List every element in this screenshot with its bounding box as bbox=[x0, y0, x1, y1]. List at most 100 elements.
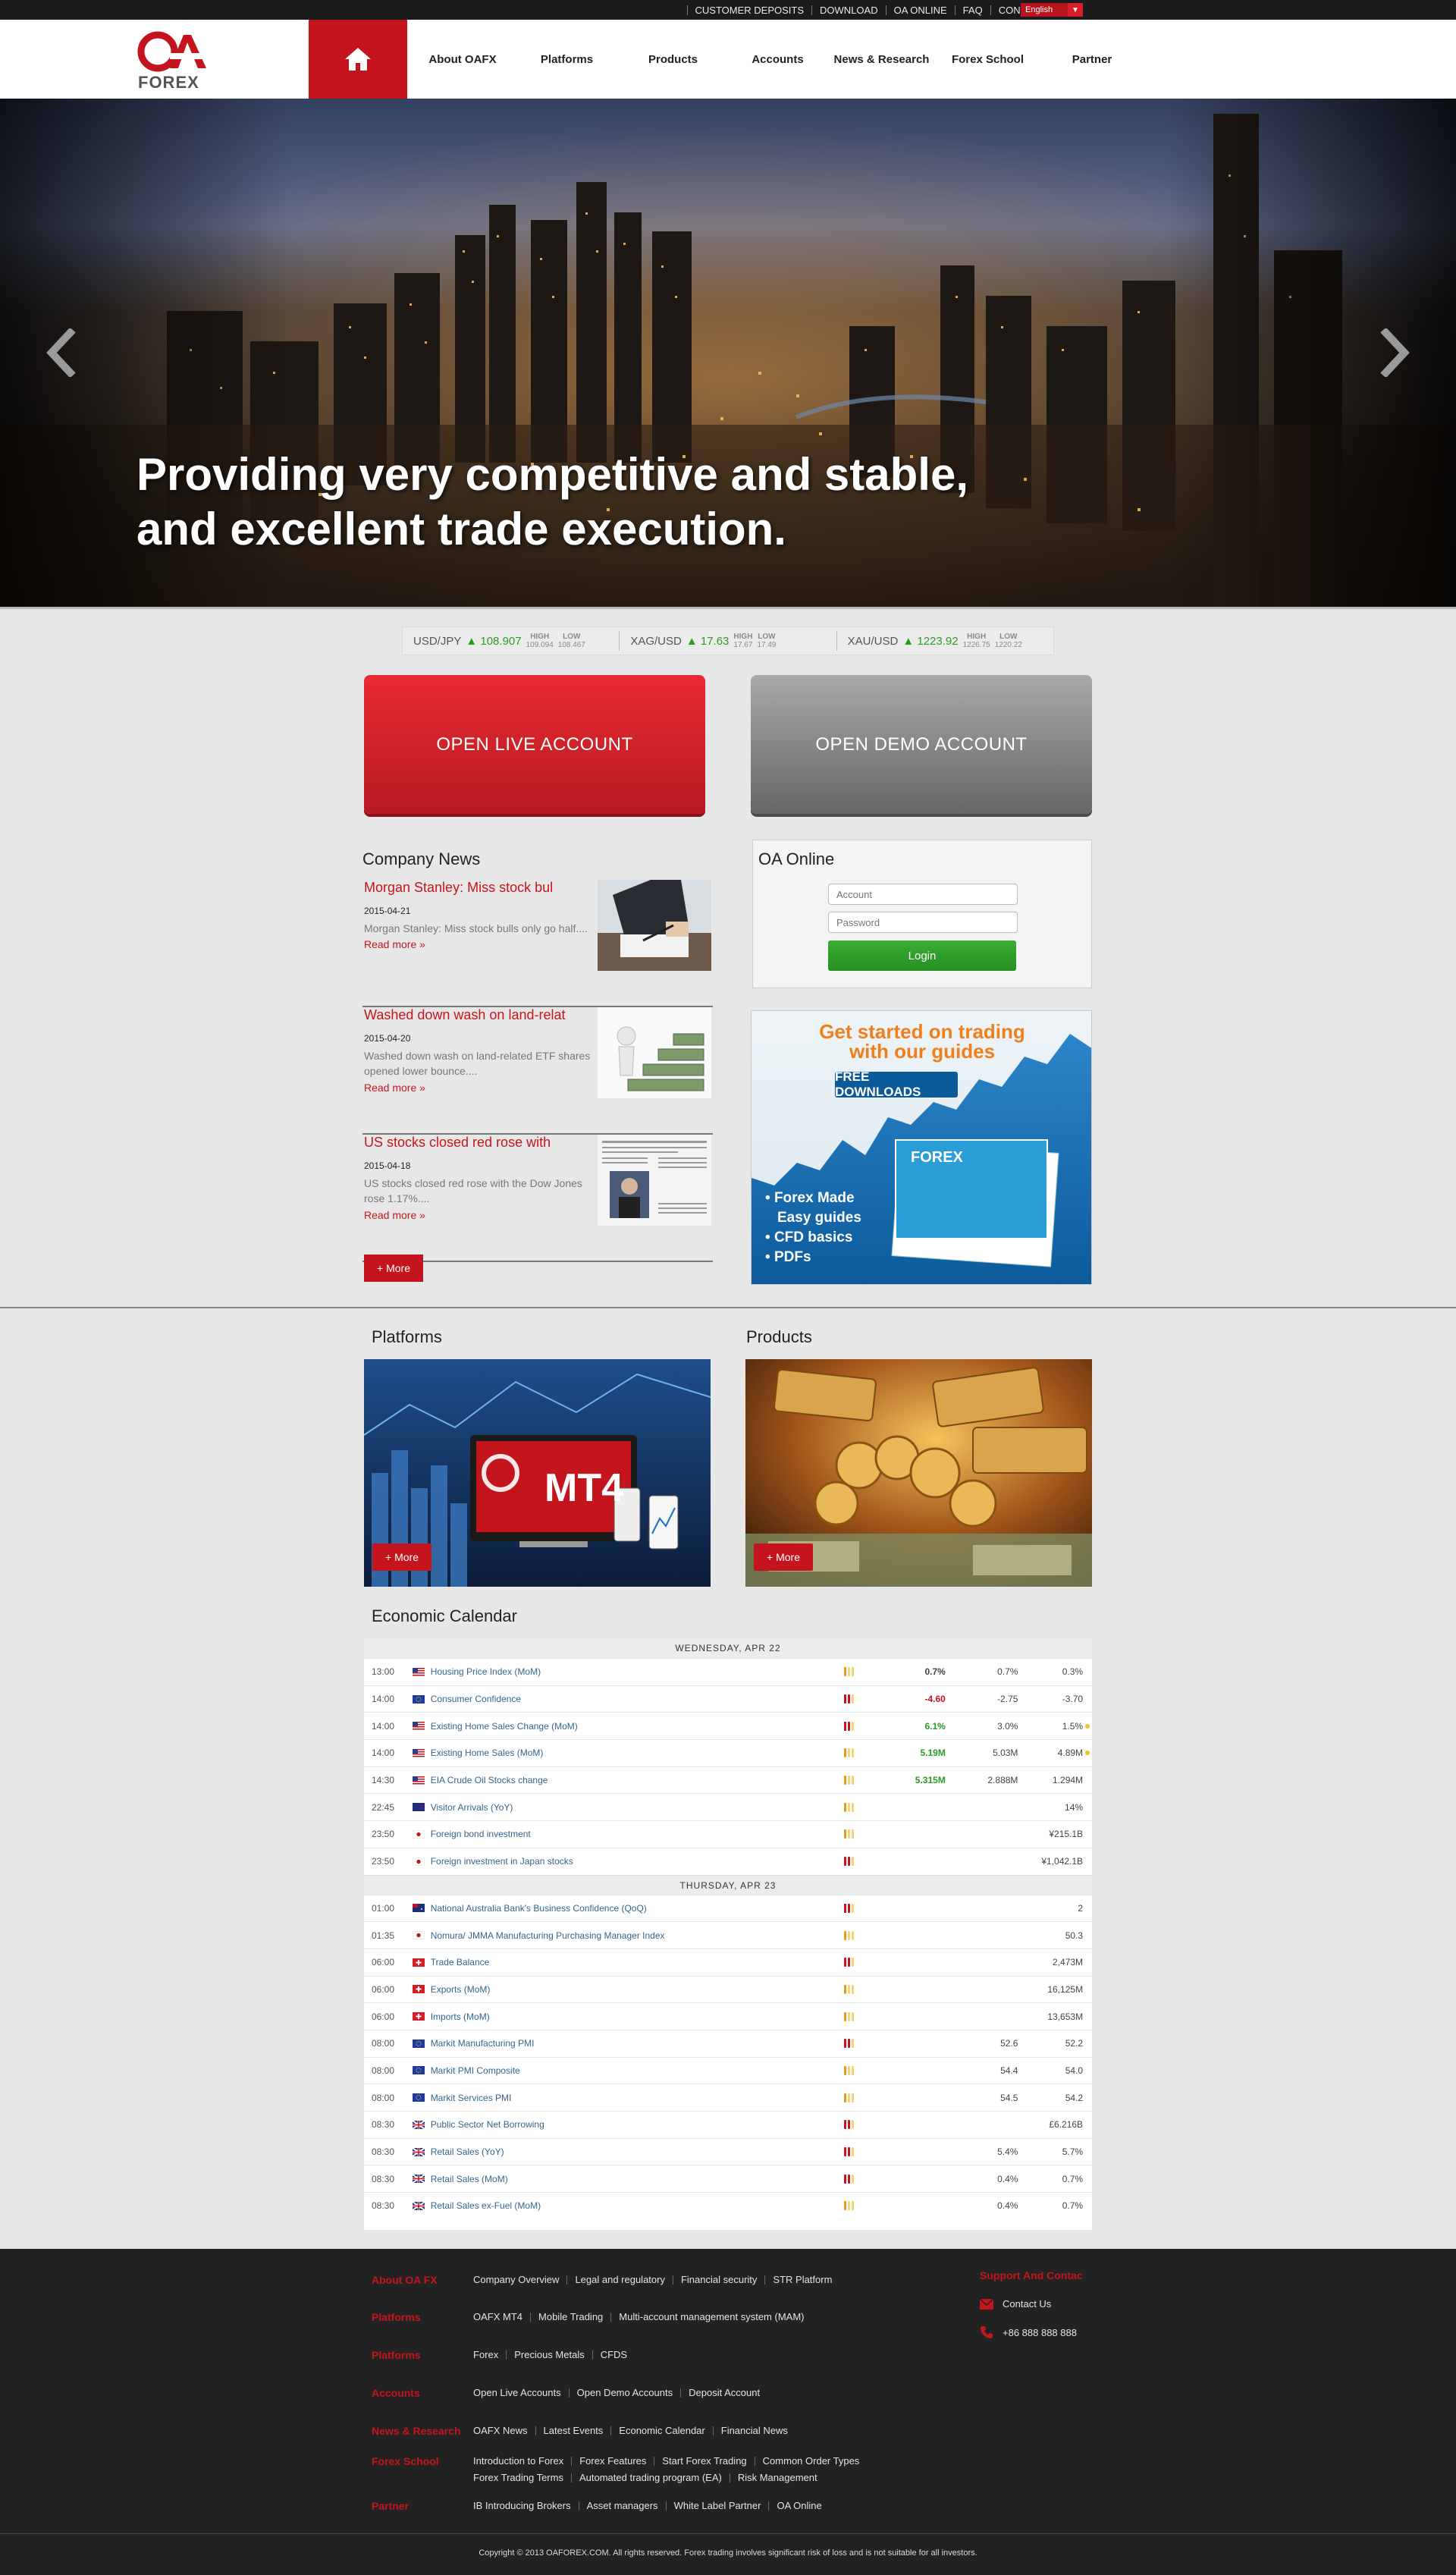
open-demo-account-button[interactable]: OPEN DEMO ACCOUNT bbox=[751, 675, 1092, 814]
calendar-row[interactable]: 06:00 Exports (MoM) 16,125M bbox=[364, 1975, 1092, 2003]
oa-online-link[interactable]: OA ONLINE bbox=[885, 5, 955, 15]
language-select[interactable]: English ▼ bbox=[1021, 3, 1083, 17]
footer-link[interactable]: Start Forex Trading bbox=[654, 2456, 754, 2466]
customer-deposits-link[interactable]: CUSTOMER DEPOSITS bbox=[686, 5, 812, 15]
footer-link[interactable]: Forex bbox=[473, 2350, 506, 2360]
calendar-row[interactable]: 06:00 Trade Balance 2,473M bbox=[364, 1948, 1092, 1976]
password-input[interactable] bbox=[828, 912, 1018, 933]
read-more-link[interactable]: Read more » bbox=[364, 1082, 425, 1094]
nav-products[interactable]: Products bbox=[626, 20, 720, 99]
logo[interactable]: FOREX bbox=[136, 30, 212, 92]
footer-link[interactable]: Company Overview bbox=[473, 2275, 566, 2285]
footer-link[interactable]: Legal and regulatory bbox=[566, 2275, 673, 2285]
footer-link[interactable]: STR Platform bbox=[764, 2275, 839, 2285]
footer-link[interactable]: OAFX News bbox=[473, 2426, 535, 2435]
calendar-row[interactable]: 01:35 Nomura/ JMMA Manufacturing Purchasi… bbox=[364, 1921, 1092, 1949]
footer-link[interactable]: Multi-account management system (MAM) bbox=[610, 2312, 811, 2322]
read-more-link[interactable]: Read more » bbox=[364, 938, 425, 950]
calendar-row[interactable]: 01:00 National Australia Bank's Business … bbox=[364, 1894, 1092, 1922]
news-thumbnail[interactable] bbox=[598, 1135, 711, 1226]
event-name-link[interactable]: Consumer Confidence bbox=[431, 1694, 845, 1704]
calendar-row[interactable]: 08:00 Markit Manufacturing PMI 52.6 52.2 bbox=[364, 2029, 1092, 2057]
footer-link[interactable]: Latest Events bbox=[535, 2426, 611, 2435]
calendar-row[interactable]: 08:30 Public Sector Net Borrowing £6.216B bbox=[364, 2111, 1092, 2138]
footer-link[interactable]: White Label Partner bbox=[665, 2501, 769, 2511]
calendar-row[interactable]: 06:00 Imports (MoM) 13,653M bbox=[364, 2002, 1092, 2030]
footer-link[interactable]: Open Live Accounts bbox=[473, 2388, 569, 2398]
event-name-link[interactable]: Public Sector Net Borrowing bbox=[431, 2119, 845, 2130]
calendar-row[interactable]: 23:50 Foreign bond investment ¥215.1B bbox=[364, 1820, 1092, 1848]
calendar-row[interactable]: 14:00 Consumer Confidence -4.60 -2.75 -3.70 bbox=[364, 1685, 1092, 1713]
footer-heading-link[interactable]: Forex School bbox=[372, 2455, 473, 2467]
free-downloads-button[interactable]: FREE DOWNLOADS bbox=[835, 1069, 958, 1099]
slider-next-button[interactable] bbox=[1371, 322, 1417, 383]
footer-link[interactable]: Open Demo Accounts bbox=[568, 2388, 680, 2398]
slider-prev-button[interactable] bbox=[39, 322, 85, 383]
nav-accounts[interactable]: Accounts bbox=[730, 20, 825, 99]
footer-link[interactable]: Financial News bbox=[712, 2426, 795, 2435]
event-name-link[interactable]: Markit Manufacturing PMI bbox=[431, 2038, 845, 2049]
event-name-link[interactable]: Markit Services PMI bbox=[431, 2093, 845, 2103]
footer-link[interactable]: Mobile Trading bbox=[530, 2312, 610, 2322]
open-live-account-button[interactable]: OPEN LIVE ACCOUNT bbox=[364, 675, 705, 814]
news-thumbnail[interactable] bbox=[598, 880, 711, 971]
event-name-link[interactable]: Imports (MoM) bbox=[431, 2011, 845, 2022]
event-name-link[interactable]: Retail Sales (YoY) bbox=[431, 2146, 845, 2157]
footer-heading-link[interactable]: Platforms bbox=[372, 2349, 473, 2361]
event-name-link[interactable]: National Australia Bank's Business Confi… bbox=[431, 1903, 845, 1914]
footer-link[interactable]: Introduction to Forex bbox=[473, 2456, 571, 2466]
calendar-row[interactable]: 14:00 Existing Home Sales (MoM) 5.19M 5.03M… bbox=[364, 1739, 1092, 1766]
event-name-link[interactable]: EIA Crude Oil Stocks change bbox=[431, 1775, 845, 1785]
event-name-link[interactable]: Exports (MoM) bbox=[431, 1984, 845, 1995]
footer-link[interactable]: Forex Features bbox=[571, 2456, 654, 2466]
news-more-button[interactable]: + More bbox=[364, 1255, 423, 1282]
footer-link[interactable]: Common Order Types bbox=[754, 2456, 868, 2466]
news-thumbnail[interactable] bbox=[598, 1007, 711, 1098]
footer-link[interactable]: IB Introducing Brokers bbox=[473, 2501, 579, 2511]
products-more-button[interactable]: + More bbox=[754, 1543, 813, 1571]
event-name-link[interactable]: Visitor Arrivals (YoY) bbox=[431, 1802, 845, 1813]
event-name-link[interactable]: Housing Price Index (MoM) bbox=[431, 1666, 845, 1677]
footer-heading-link[interactable]: Partner bbox=[372, 2500, 473, 2512]
event-name-link[interactable]: Markit PMI Composite bbox=[431, 2065, 845, 2076]
faq-link[interactable]: FAQ bbox=[954, 5, 990, 15]
footer-link[interactable]: Automated trading program (EA) bbox=[570, 2473, 730, 2482]
login-button[interactable]: Login bbox=[828, 941, 1016, 971]
event-name-link[interactable]: Retail Sales (MoM) bbox=[431, 2174, 845, 2184]
event-name-link[interactable]: Existing Home Sales Change (MoM) bbox=[431, 1721, 845, 1732]
nav-partner[interactable]: Partner bbox=[1043, 20, 1141, 99]
event-name-link[interactable]: Existing Home Sales (MoM) bbox=[431, 1748, 845, 1758]
event-name-link[interactable]: Trade Balance bbox=[431, 1957, 845, 1967]
footer-link[interactable]: Asset managers bbox=[578, 2501, 666, 2511]
news-title-link[interactable]: Washed down wash on land-relat bbox=[364, 1007, 584, 1023]
footer-link[interactable]: Financial security bbox=[672, 2275, 764, 2285]
footer-link[interactable]: Economic Calendar bbox=[610, 2426, 712, 2435]
calendar-row[interactable]: 08:00 Markit Services PMI 54.5 54.2 bbox=[364, 2084, 1092, 2111]
event-name-link[interactable]: Retail Sales ex-Fuel (MoM) bbox=[431, 2200, 845, 2211]
footer-heading-link[interactable]: Accounts bbox=[372, 2387, 473, 2399]
contact-us-footer-link[interactable]: Contact Us bbox=[980, 2298, 1051, 2310]
platforms-card[interactable]: MT4 + More bbox=[364, 1359, 711, 1587]
event-name-link[interactable]: Foreign investment in Japan stocks bbox=[431, 1856, 845, 1867]
footer-link[interactable]: Forex Trading Terms bbox=[473, 2473, 571, 2482]
read-more-link[interactable]: Read more » bbox=[364, 1209, 425, 1221]
trading-guides-banner[interactable]: Get started on trading with our guides F… bbox=[751, 1010, 1092, 1285]
download-link[interactable]: DOWNLOAD bbox=[811, 5, 886, 15]
calendar-row[interactable]: 22:45 Visitor Arrivals (YoY) 14% bbox=[364, 1793, 1092, 1820]
event-name-link[interactable]: Nomura/ JMMA Manufacturing Purchasing Ma… bbox=[431, 1930, 845, 1941]
footer-link[interactable]: OAFX MT4 bbox=[473, 2312, 530, 2322]
footer-link[interactable]: OA Online bbox=[768, 2501, 829, 2511]
nav-forex-school[interactable]: Forex School bbox=[940, 20, 1035, 99]
home-button[interactable] bbox=[309, 20, 407, 99]
calendar-row[interactable]: 08:00 Markit PMI Composite 54.4 54.0 bbox=[364, 2056, 1092, 2084]
calendar-row[interactable]: 08:30 Retail Sales ex-Fuel (MoM) 0.4% 0.7% bbox=[364, 2192, 1092, 2219]
news-title-link[interactable]: US stocks closed red rose with bbox=[364, 1135, 584, 1151]
nav-about[interactable]: About OAFX bbox=[413, 20, 512, 99]
products-card[interactable]: + More bbox=[745, 1359, 1092, 1587]
footer-heading-link[interactable]: News & Research bbox=[372, 2425, 473, 2437]
calendar-row[interactable]: 13:00 Housing Price Index (MoM) 0.7% 0.7% 0.… bbox=[364, 1658, 1092, 1685]
calendar-row[interactable]: 14:00 Existing Home Sales Change (MoM) 6.1… bbox=[364, 1712, 1092, 1739]
footer-link[interactable]: CFDS bbox=[592, 2350, 635, 2360]
platforms-more-button[interactable]: + More bbox=[372, 1543, 431, 1571]
news-title-link[interactable]: Morgan Stanley: Miss stock bul bbox=[364, 880, 584, 896]
